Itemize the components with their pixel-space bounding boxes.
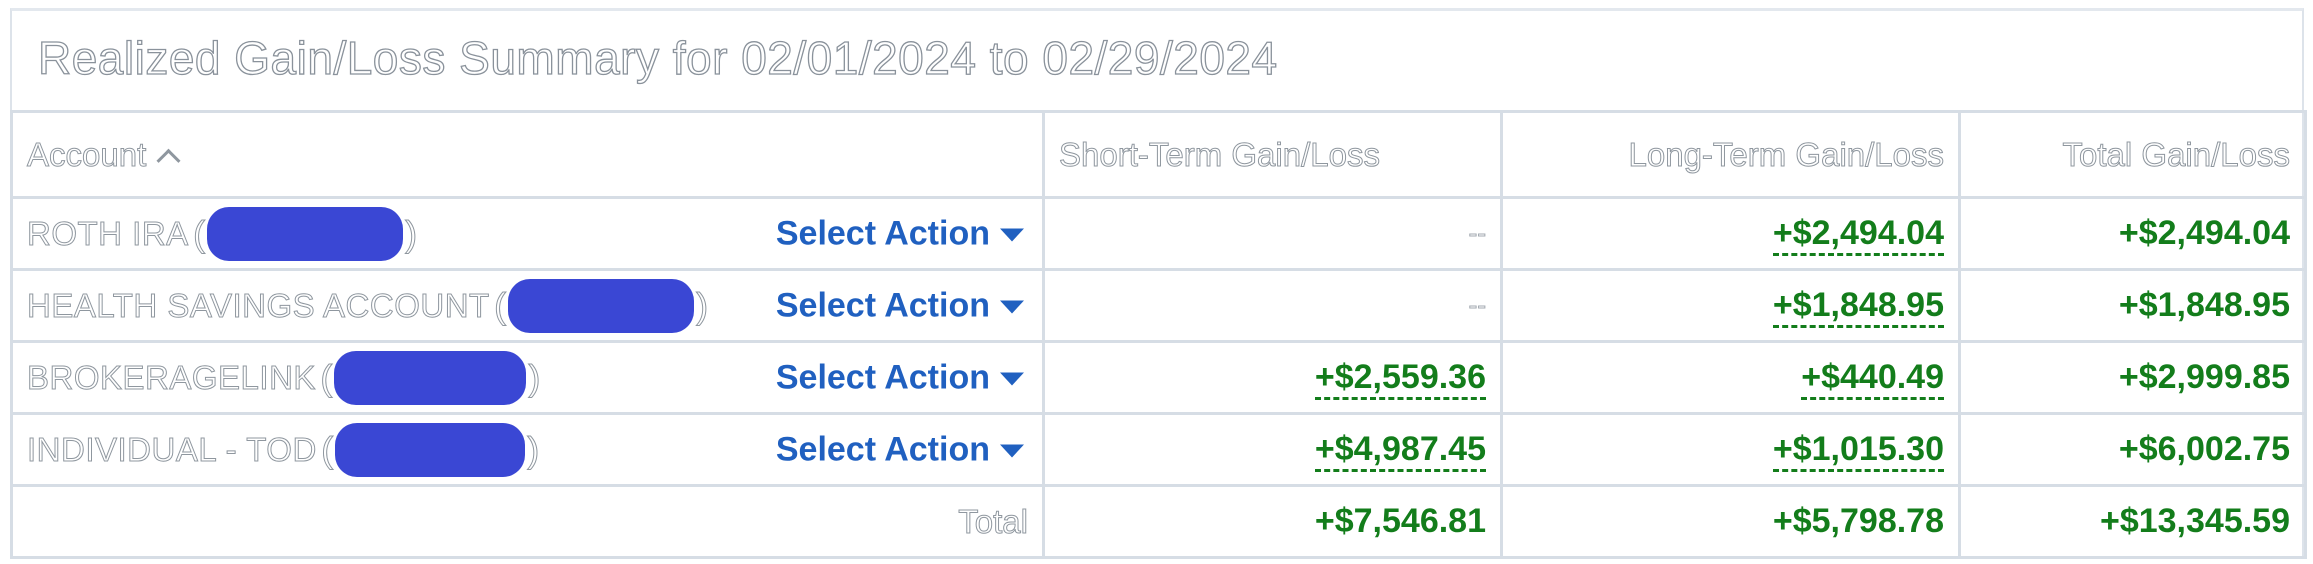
account-name: HEALTH SAVINGS ACCOUNT: [27, 286, 490, 324]
total-short-term-value: +$7,546.81: [1042, 484, 1503, 559]
account-cell: INDIVIDUAL - TOD () Select Action: [10, 412, 1045, 487]
account-cell: HEALTH SAVINGS ACCOUNT () Select Action: [10, 268, 1045, 343]
total-long-term-value: +$5,798.78: [1500, 484, 1961, 559]
paren-close: ): [696, 284, 709, 326]
redacted-account-number: [335, 422, 526, 477]
total-value: +$2,494.04: [1958, 196, 2307, 271]
total-label: Total: [10, 484, 1045, 559]
redacted-account-number: [334, 350, 527, 405]
account-name: ROTH IRA: [27, 214, 189, 252]
paren-open: (: [494, 284, 507, 326]
short-term-value: --: [1042, 196, 1503, 271]
short-term-value: --: [1042, 268, 1503, 343]
caret-down-icon: [1000, 228, 1024, 242]
total-value: +$1,848.95: [1958, 268, 2307, 343]
caret-down-icon: [1000, 300, 1024, 314]
short-term-value-link[interactable]: +$2,559.36: [1314, 358, 1486, 400]
long-term-value-link[interactable]: +$440.49: [1801, 358, 1944, 400]
select-action-dropdown[interactable]: Select Action: [776, 358, 1024, 397]
select-action-dropdown[interactable]: Select Action: [776, 214, 1024, 253]
long-term-value-link[interactable]: +$1,015.30: [1772, 430, 1944, 472]
long-term-value-link[interactable]: +$1,848.95: [1772, 286, 1944, 328]
select-action-label: Select Action: [775, 214, 990, 252]
realized-gain-loss-panel: Realized Gain/Loss Summary for 02/01/202…: [0, 0, 2313, 564]
short-term-value[interactable]: +$2,559.36: [1042, 340, 1503, 415]
select-action-dropdown[interactable]: Select Action: [776, 430, 1024, 469]
account-cell: ROTH IRA () Select Action: [10, 196, 1045, 271]
column-header-account[interactable]: Account: [10, 110, 1045, 199]
table-row: HEALTH SAVINGS ACCOUNT () Select Action …: [10, 268, 2307, 343]
table-row: BROKERAGELINK () Select Action +$2,559.3…: [10, 340, 2307, 415]
select-action-dropdown[interactable]: Select Action: [776, 286, 1024, 325]
table-row: ROTH IRA () Select Action -- +$2,494.04 …: [10, 196, 2307, 271]
paren-close: ): [527, 428, 540, 470]
chevron-up-icon[interactable]: [156, 149, 181, 174]
redacted-account-number: [207, 206, 404, 261]
column-header-short-term[interactable]: Short-Term Gain/Loss: [1042, 110, 1503, 199]
caret-down-icon: [1000, 444, 1024, 458]
account-name: INDIVIDUAL - TOD: [27, 430, 317, 468]
short-term-value-link[interactable]: +$4,987.45: [1314, 430, 1486, 472]
caret-down-icon: [1000, 372, 1024, 386]
table-header-row: Account Short-Term Gain/Loss Long-Term G…: [10, 110, 2307, 199]
page-title: Realized Gain/Loss Summary for 02/01/202…: [37, 31, 1278, 84]
long-term-value[interactable]: +$440.49: [1500, 340, 1961, 415]
short-term-value[interactable]: +$4,987.45: [1042, 412, 1503, 487]
column-header-account-label: Account: [26, 135, 147, 173]
select-action-label: Select Action: [775, 286, 990, 324]
paren-open: (: [321, 428, 334, 470]
total-value: +$2,999.85: [1958, 340, 2307, 415]
table-row: INDIVIDUAL - TOD () Select Action +$4,98…: [10, 412, 2307, 487]
column-header-long-term[interactable]: Long-Term Gain/Loss: [1500, 110, 1961, 199]
gain-loss-table: Account Short-Term Gain/Loss Long-Term G…: [10, 110, 2307, 559]
long-term-value[interactable]: +$1,848.95: [1500, 268, 1961, 343]
grand-total-value: +$13,345.59: [1958, 484, 2307, 559]
total-value: +$6,002.75: [1958, 412, 2307, 487]
paren-close: ): [528, 356, 541, 398]
paren-close: ): [405, 212, 418, 254]
total-row: Total +$7,546.81 +$5,798.78 +$13,345.59: [10, 484, 2307, 559]
long-term-value[interactable]: +$2,494.04: [1500, 196, 1961, 271]
paren-open: (: [193, 212, 206, 254]
column-header-total[interactable]: Total Gain/Loss: [1958, 110, 2307, 199]
redacted-account-number: [508, 278, 695, 333]
select-action-label: Select Action: [775, 430, 990, 468]
long-term-value-link[interactable]: +$2,494.04: [1772, 214, 1944, 256]
account-cell: BROKERAGELINK () Select Action: [10, 340, 1045, 415]
select-action-label: Select Action: [775, 358, 990, 396]
paren-open: (: [320, 356, 333, 398]
account-name: BROKERAGELINK: [27, 358, 316, 396]
long-term-value[interactable]: +$1,015.30: [1500, 412, 1961, 487]
